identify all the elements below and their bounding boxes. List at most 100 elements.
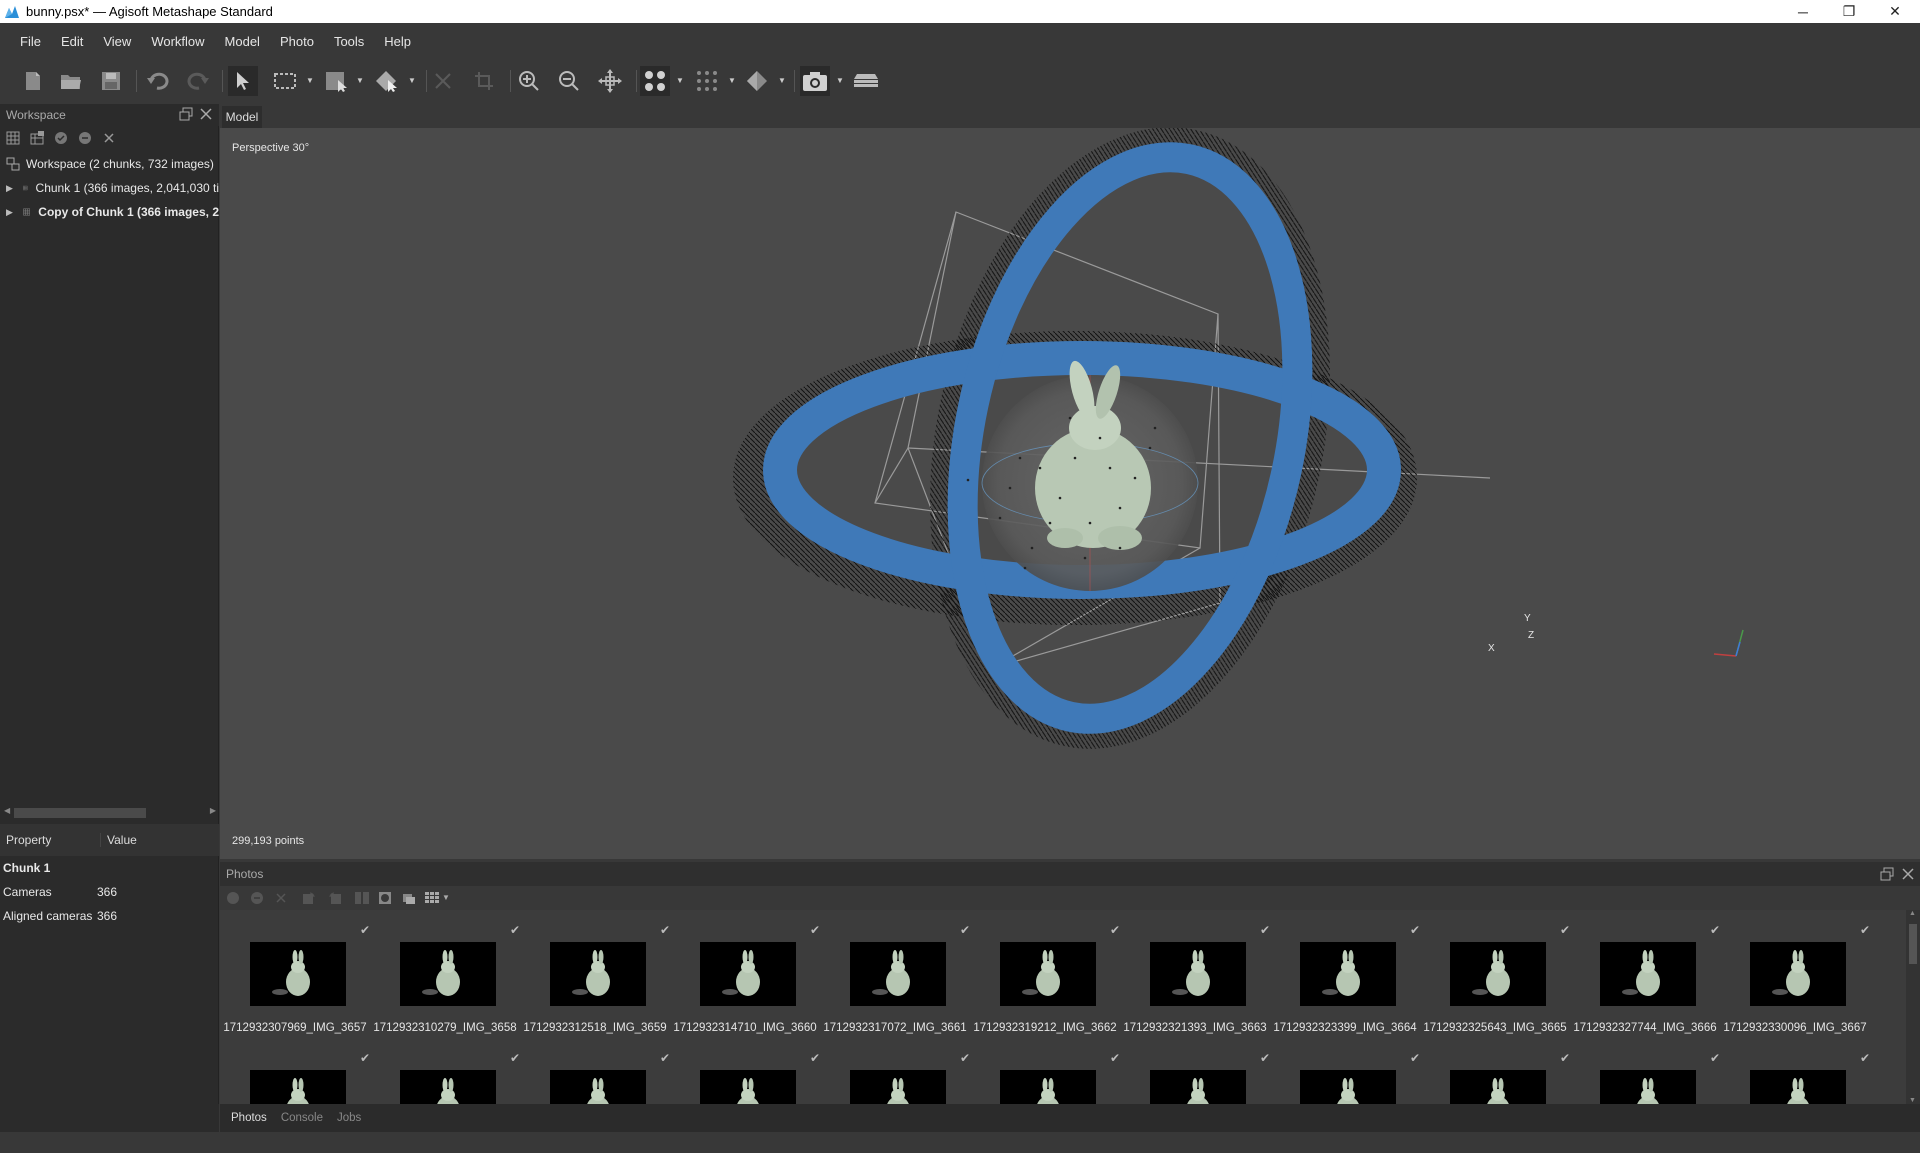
menu-edit[interactable]: Edit [61,34,83,49]
photo-thumbnail[interactable]: ✔ 1712932307969_IMG_3657 [220,910,370,1034]
photo-thumbnail[interactable]: ✔ [670,1038,820,1104]
menu-tools[interactable]: Tools [334,34,364,49]
scroll-up-icon[interactable]: ▲ [1909,910,1916,917]
photo-thumbnail[interactable]: ✔ [970,1038,1120,1104]
float-panel-icon[interactable] [1880,867,1894,881]
zoom-in-button[interactable] [514,66,544,96]
rotate-right-icon[interactable] [326,891,342,905]
zoom-out-button[interactable] [554,66,584,96]
rotate-object-button[interactable] [372,66,402,96]
scrollbar-thumb[interactable] [1909,924,1917,964]
add-photos-icon[interactable] [30,131,44,145]
mask-shape-icon[interactable] [378,891,392,905]
model-dropdown-icon[interactable]: ▼ [778,76,786,86]
photo-thumbnail[interactable]: ✔ 1712932321393_IMG_3663 [1120,910,1270,1034]
photo-thumbnail[interactable]: ✔ 1712932312518_IMG_3659 [520,910,670,1034]
expand-arrow-icon[interactable]: ▶ [6,183,13,194]
menu-help[interactable]: Help [384,34,411,49]
show-cameras-button[interactable] [800,66,830,96]
tree-item-chunk-copy[interactable]: ▶ Copy of Chunk 1 (366 images, 2 [0,201,219,223]
photo-thumbnail[interactable]: ✔ 1712932314710_IMG_3660 [670,910,820,1034]
rectangle-selection-button[interactable] [270,66,300,96]
menu-workflow[interactable]: Workflow [151,34,204,49]
tab-jobs[interactable]: Jobs [330,1112,368,1124]
enable-icon[interactable] [54,131,68,145]
expand-arrow-icon[interactable]: ▶ [6,207,13,218]
photo-thumbnail[interactable]: ✔ [370,1038,520,1104]
camera-dropdown-icon[interactable]: ▼ [836,76,844,86]
crop-selection-button[interactable] [469,66,499,96]
image-view-icon[interactable] [402,891,416,905]
close-panel-icon[interactable] [199,107,213,121]
reset-view-button[interactable] [595,66,625,96]
photo-thumbnail[interactable]: ✔ 1712932323399_IMG_3664 [1270,910,1420,1034]
dense-cloud-dropdown-icon[interactable]: ▼ [728,76,736,86]
remove-icon[interactable] [274,891,288,905]
navigation-tool-button[interactable] [228,66,258,96]
selection-dropdown-icon[interactable]: ▼ [306,76,314,86]
dense-cloud-button[interactable] [692,66,722,96]
point-cloud-button[interactable] [640,66,670,96]
photo-thumbnail[interactable]: ✔ 1712932317072_IMG_3661 [820,910,970,1034]
photo-thumbnail[interactable]: ✔ [1570,1038,1720,1104]
photo-thumbnail[interactable]: ✔ [820,1038,970,1104]
add-chunk-icon[interactable] [6,131,20,145]
grid-view-icon[interactable] [424,891,440,905]
photo-thumbnail[interactable]: ✔ 1712932325643_IMG_3665 [1420,910,1570,1034]
scrollbar-thumb[interactable] [14,808,146,818]
workspace-root-item[interactable]: Workspace (2 chunks, 732 images) [0,153,219,175]
column-property[interactable]: Property [6,833,51,847]
photo-thumbnail[interactable]: ✔ [520,1038,670,1104]
photos-vertical-scrollbar[interactable]: ▲ ▼ [1906,910,1920,1104]
tab-console[interactable]: Console [274,1112,330,1124]
scroll-left-icon[interactable]: ◀ [4,806,10,815]
photo-thumbnail[interactable]: ✔ 1712932310279_IMG_3658 [370,910,520,1034]
point-cloud-dropdown-icon[interactable]: ▼ [676,76,684,86]
tab-model[interactable]: Model [222,106,262,128]
scroll-right-icon[interactable]: ▶ [210,806,216,815]
region-tool-button[interactable] [321,66,351,96]
photo-thumbnail[interactable]: ✔ [1420,1038,1570,1104]
remove-icon[interactable] [102,131,116,145]
rotate-left-icon[interactable] [302,891,318,905]
model-viewport[interactable]: Perspective 30° 299,193 points Y Z X [220,128,1920,859]
photo-thumbnail[interactable]: ✔ 1712932327744_IMG_3666 [1570,910,1720,1034]
photo-thumbnail[interactable]: ✔ 1712932319212_IMG_3662 [970,910,1120,1034]
photo-thumbnail[interactable]: ✔ 1712932330096_IMG_3667 [1720,910,1870,1034]
photo-thumbnail[interactable]: ✔ [1720,1038,1870,1104]
disable-icon[interactable] [250,891,264,905]
status-bar [0,1132,1920,1153]
open-project-button[interactable] [56,66,86,96]
menu-view[interactable]: View [103,34,131,49]
tree-item-chunk-1[interactable]: ▶ Chunk 1 (366 images, 2,041,030 ti [0,177,219,199]
save-project-button[interactable] [96,66,126,96]
disable-icon[interactable] [78,131,92,145]
close-panel-icon[interactable] [1901,867,1915,881]
region-dropdown-icon[interactable]: ▼ [356,76,364,86]
redo-button[interactable] [183,66,213,96]
menu-model[interactable]: Model [225,34,260,49]
rotate-dropdown-icon[interactable]: ▼ [408,76,416,86]
close-window-button[interactable]: ✕ [1872,0,1918,23]
undo-button[interactable] [143,66,173,96]
minimize-button[interactable]: ─ [1780,0,1826,23]
enable-icon[interactable] [226,891,240,905]
photo-thumbnail[interactable]: ✔ [1120,1038,1270,1104]
workspace-root-label: Workspace (2 chunks, 732 images) [26,157,214,171]
tab-photos[interactable]: Photos [224,1112,274,1124]
column-value[interactable]: Value [100,833,137,847]
float-panel-icon[interactable] [179,107,193,121]
menu-photo[interactable]: Photo [280,34,314,49]
delete-selection-button[interactable] [428,66,458,96]
maximize-button[interactable]: ❐ [1826,0,1872,23]
photo-thumbnail[interactable]: ✔ [220,1038,370,1104]
view-mode-dropdown-icon[interactable]: ▼ [442,893,450,902]
model-shaded-button[interactable] [742,66,772,96]
masks-icon[interactable] [354,891,370,905]
show-layers-button[interactable] [851,66,881,96]
new-project-button[interactable] [18,66,48,96]
workspace-horizontal-scrollbar[interactable]: ◀ ▶ [4,806,216,820]
menu-file[interactable]: File [20,34,41,49]
scroll-down-icon[interactable]: ▼ [1909,1097,1916,1104]
photo-thumbnail[interactable]: ✔ [1270,1038,1420,1104]
